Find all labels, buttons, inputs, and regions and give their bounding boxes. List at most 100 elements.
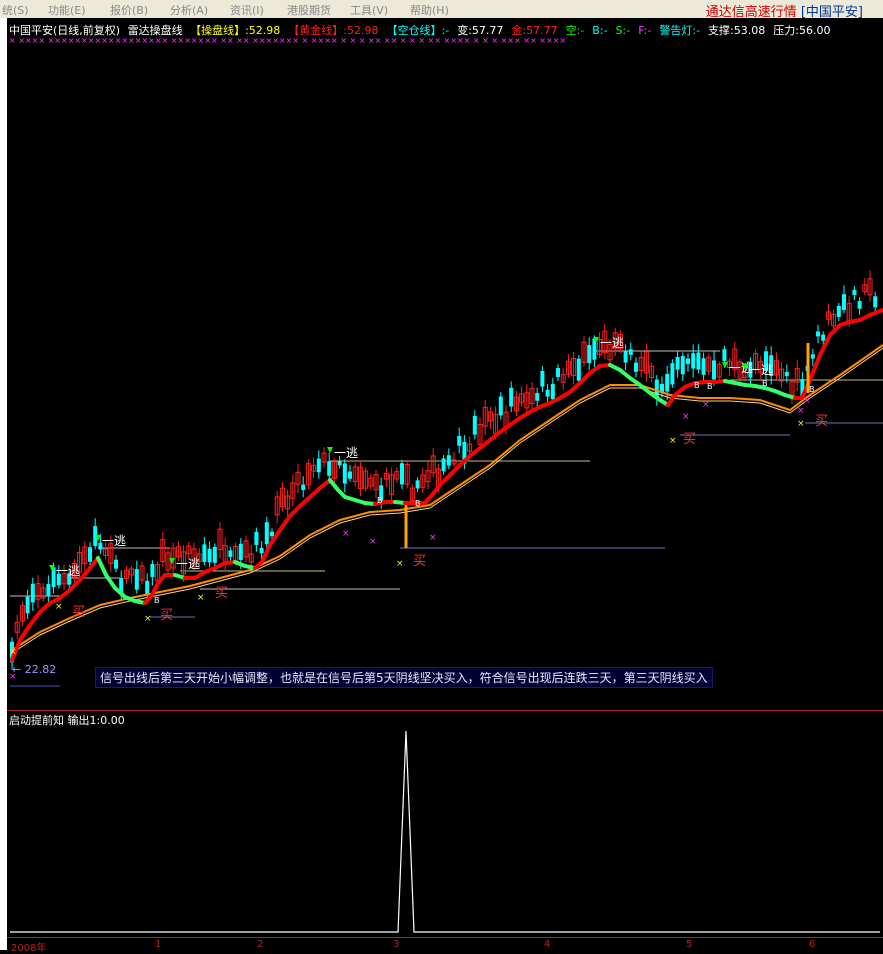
indicator-number: :- [599, 24, 608, 37]
signal-cross-icon: × [369, 537, 377, 547]
candle-body [670, 363, 675, 385]
trend-segment [18, 623, 32, 642]
buy-label: 买 [815, 414, 828, 429]
candle-body [665, 373, 670, 392]
candle-body [821, 334, 826, 341]
candle-body [264, 522, 269, 545]
escape-label: 一逃 [102, 534, 126, 548]
candle-body [301, 484, 306, 490]
candle-body [712, 360, 716, 380]
escape-label: 一逃 [600, 336, 624, 350]
buy-label: 买 [160, 608, 173, 623]
trend-segment [868, 308, 883, 317]
trend-segment [104, 573, 117, 590]
signal-cross-icon: × [803, 396, 811, 406]
b-marker: B [415, 499, 421, 508]
candle-body [634, 362, 638, 372]
candle-body [348, 471, 352, 479]
candle-body [873, 296, 878, 308]
candle-body [556, 368, 560, 377]
candle-body [836, 305, 841, 317]
trend-segment [68, 578, 82, 592]
candle-body [270, 531, 274, 536]
candle-body [212, 546, 217, 563]
x-tick-label: 2008年 [11, 943, 47, 954]
signal-cross-icon: × [702, 400, 710, 410]
candle-body [457, 436, 462, 446]
b-marker: B [377, 496, 383, 505]
candlestick-chart[interactable]: 一逃一逃一逃一逃一逃一逃一逃买 买买买买买×××××××××× ×××××BB BB B… [0, 0, 883, 950]
candle-body [722, 349, 727, 361]
b-marker: B [762, 379, 768, 388]
candle-body [259, 547, 264, 554]
trend-segment [298, 495, 312, 508]
candle-body [784, 372, 789, 377]
indicator-number: :- [692, 24, 701, 37]
x-tick-label: 1 [155, 939, 162, 950]
candle-body [30, 583, 35, 603]
x-tick-label: 5 [686, 939, 693, 950]
trend-segment [448, 463, 462, 477]
candle-body [254, 531, 259, 546]
candle-body [540, 371, 545, 387]
signal-cross-icon: × [197, 593, 205, 603]
candle-body [535, 392, 540, 401]
indicator-value-item: F:- [638, 24, 655, 37]
candle-body [810, 354, 815, 359]
buy-label: 买 [683, 432, 696, 447]
signal-cross-icon: × [797, 419, 805, 429]
annotation-note: 信号出线后第三天开始小幅调整，也就是在信号后第5天阴线坚决买入，符合信号出现后连… [95, 667, 713, 688]
b-marker: B [809, 385, 815, 394]
indicator-label: F [638, 24, 644, 37]
x-tick-label: 6 [809, 939, 816, 950]
trend-segment [578, 371, 592, 385]
candle-body [446, 455, 451, 466]
candle-body [857, 301, 862, 309]
candle-body [680, 356, 685, 375]
escape-label: 一逃 [176, 557, 200, 571]
candle-body [628, 349, 633, 355]
trend-segment [568, 381, 582, 394]
indicator-label: 空 [565, 24, 577, 37]
candle-body [550, 383, 555, 400]
indicator-label: 压力 [773, 24, 796, 37]
escape-label: 一逃 [334, 446, 358, 460]
candle-body [441, 458, 446, 472]
candle-body [545, 389, 550, 397]
candle-body [400, 463, 404, 485]
x-tick-label: 2 [257, 939, 264, 950]
signal-cross-icon: × [429, 533, 437, 543]
trend-segment [28, 610, 42, 627]
candle-body [472, 415, 477, 435]
candle-body [509, 387, 514, 407]
candle-body [316, 458, 321, 473]
candle-body [145, 580, 150, 595]
indicator-value-item: 支撑:53.08 [708, 24, 769, 37]
signal-cross-icon: × [144, 614, 152, 624]
trend-segment [288, 504, 302, 518]
trend-segment [96, 556, 108, 577]
candle-body [415, 480, 420, 489]
x-tick-label: 3 [393, 939, 400, 950]
indicator-value-item: 空:- [566, 24, 589, 37]
candle-body [623, 350, 628, 363]
candle-body [228, 550, 233, 557]
indicator-number: :53.08 [730, 24, 766, 37]
candle-body [576, 358, 581, 381]
signal-line [10, 730, 880, 933]
trend-segment [38, 601, 52, 614]
escape-label: 一逃 [56, 564, 80, 578]
indicator-label: B [592, 24, 600, 37]
price-level-lines [10, 350, 883, 687]
candle-body [852, 289, 857, 295]
candle-body [701, 358, 706, 375]
candle-body [327, 461, 332, 476]
candle-body [207, 548, 212, 563]
buy-label: 买 [215, 586, 228, 601]
trend-segment [808, 353, 822, 382]
candle-body [46, 584, 51, 596]
down-arrow-icon [327, 447, 333, 453]
candle-body [114, 559, 118, 569]
signal-cross-icon: × [396, 559, 404, 569]
candle-body [696, 352, 701, 370]
